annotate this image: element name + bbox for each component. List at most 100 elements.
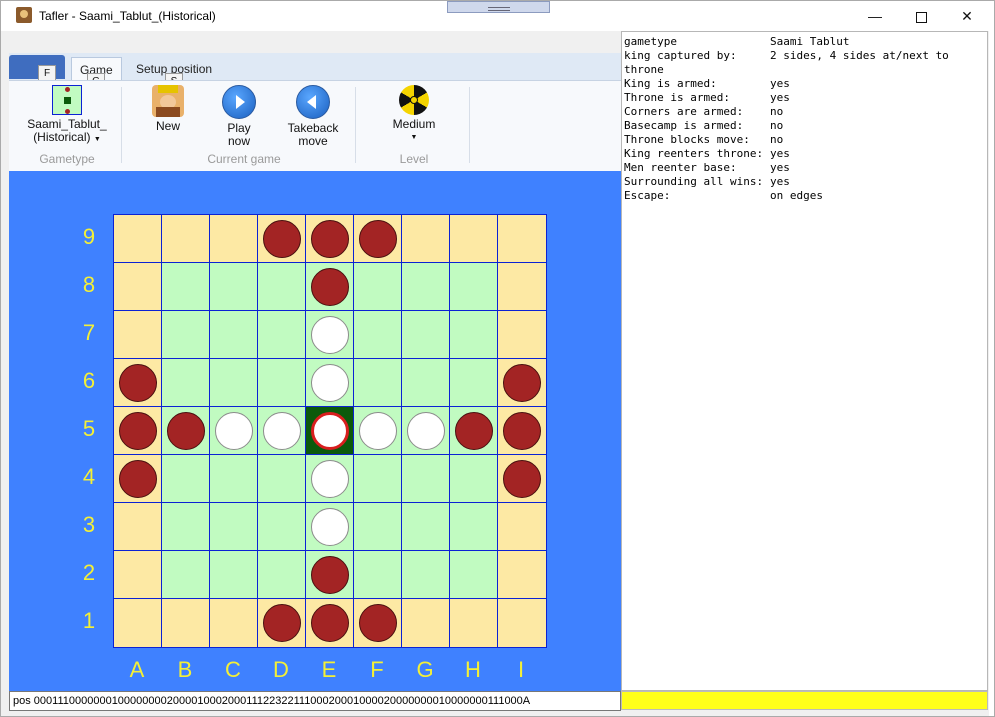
attacker-piece[interactable] bbox=[167, 412, 205, 450]
board-square-c8[interactable] bbox=[209, 262, 259, 312]
defender-piece[interactable] bbox=[311, 460, 349, 498]
board-square-c2[interactable] bbox=[209, 550, 259, 600]
info-key: Men reenter base: bbox=[624, 161, 737, 174]
king-piece[interactable] bbox=[311, 412, 349, 450]
board-square-g7[interactable] bbox=[401, 310, 451, 360]
board-square-h9[interactable] bbox=[449, 214, 499, 264]
board-square-f8[interactable] bbox=[353, 262, 403, 312]
attacker-piece[interactable] bbox=[503, 412, 541, 450]
board-square-b6[interactable] bbox=[161, 358, 211, 408]
game-board[interactable] bbox=[113, 214, 547, 648]
info-value: no bbox=[770, 119, 784, 132]
board-square-f3[interactable] bbox=[353, 502, 403, 552]
board-square-d3[interactable] bbox=[257, 502, 307, 552]
attacker-piece[interactable] bbox=[263, 220, 301, 258]
board-square-d6[interactable] bbox=[257, 358, 307, 408]
play-now-line2: now bbox=[227, 134, 250, 148]
board-square-h2[interactable] bbox=[449, 550, 499, 600]
board-square-i7[interactable] bbox=[497, 310, 547, 360]
board-square-h4[interactable] bbox=[449, 454, 499, 504]
board-square-b7[interactable] bbox=[161, 310, 211, 360]
defender-piece[interactable] bbox=[215, 412, 253, 450]
attacker-piece[interactable] bbox=[503, 364, 541, 402]
board-square-c4[interactable] bbox=[209, 454, 259, 504]
board-square-a7[interactable] bbox=[113, 310, 163, 360]
board-square-g4[interactable] bbox=[401, 454, 451, 504]
attacker-piece[interactable] bbox=[119, 460, 157, 498]
board-square-b3[interactable] bbox=[161, 502, 211, 552]
play-now-button[interactable]: Play now bbox=[217, 85, 261, 148]
board-square-d4[interactable] bbox=[257, 454, 307, 504]
board-square-i9[interactable] bbox=[497, 214, 547, 264]
board-square-c6[interactable] bbox=[209, 358, 259, 408]
defender-piece[interactable] bbox=[311, 508, 349, 546]
board-square-c9[interactable] bbox=[209, 214, 259, 264]
board-square-i1[interactable] bbox=[497, 598, 547, 648]
board-square-a1[interactable] bbox=[113, 598, 163, 648]
board-square-i3[interactable] bbox=[497, 502, 547, 552]
minimize-icon: — bbox=[868, 8, 882, 24]
board-square-g9[interactable] bbox=[401, 214, 451, 264]
info-key: Throne is armed: bbox=[624, 91, 730, 104]
board-square-f4[interactable] bbox=[353, 454, 403, 504]
attacker-piece[interactable] bbox=[503, 460, 541, 498]
attacker-piece[interactable] bbox=[119, 364, 157, 402]
board-square-h1[interactable] bbox=[449, 598, 499, 648]
board-square-f2[interactable] bbox=[353, 550, 403, 600]
board-square-a3[interactable] bbox=[113, 502, 163, 552]
board-square-g3[interactable] bbox=[401, 502, 451, 552]
attacker-piece[interactable] bbox=[119, 412, 157, 450]
board-square-c1[interactable] bbox=[209, 598, 259, 648]
snap-handle[interactable] bbox=[447, 1, 550, 13]
level-dropdown[interactable]: Medium ▼ bbox=[383, 85, 445, 144]
defender-piece[interactable] bbox=[407, 412, 445, 450]
board-square-f7[interactable] bbox=[353, 310, 403, 360]
info-key: king captured by: bbox=[624, 49, 737, 62]
board-square-a8[interactable] bbox=[113, 262, 163, 312]
board-square-b4[interactable] bbox=[161, 454, 211, 504]
defender-piece[interactable] bbox=[359, 412, 397, 450]
minimize-button[interactable]: — bbox=[852, 1, 898, 31]
board-square-h3[interactable] bbox=[449, 502, 499, 552]
attacker-piece[interactable] bbox=[263, 604, 301, 642]
attacker-piece[interactable] bbox=[359, 220, 397, 258]
board-square-d8[interactable] bbox=[257, 262, 307, 312]
board-square-a9[interactable] bbox=[113, 214, 163, 264]
defender-piece[interactable] bbox=[263, 412, 301, 450]
board-square-i8[interactable] bbox=[497, 262, 547, 312]
board-square-d2[interactable] bbox=[257, 550, 307, 600]
board-square-b9[interactable] bbox=[161, 214, 211, 264]
attacker-piece[interactable] bbox=[455, 412, 493, 450]
board-square-h8[interactable] bbox=[449, 262, 499, 312]
board-square-g1[interactable] bbox=[401, 598, 451, 648]
board-square-i2[interactable] bbox=[497, 550, 547, 600]
group-label-current-game: Current game bbox=[207, 152, 281, 166]
defender-piece[interactable] bbox=[311, 364, 349, 402]
attacker-piece[interactable] bbox=[311, 220, 349, 258]
board-square-h7[interactable] bbox=[449, 310, 499, 360]
board-square-g2[interactable] bbox=[401, 550, 451, 600]
file-menu-button[interactable] bbox=[9, 55, 65, 79]
board-square-c3[interactable] bbox=[209, 502, 259, 552]
takeback-move-button[interactable]: Takeback move bbox=[281, 85, 345, 148]
board-square-c7[interactable] bbox=[209, 310, 259, 360]
board-square-d7[interactable] bbox=[257, 310, 307, 360]
board-square-h6[interactable] bbox=[449, 358, 499, 408]
defender-piece[interactable] bbox=[311, 316, 349, 354]
attacker-piece[interactable] bbox=[311, 604, 349, 642]
attacker-piece[interactable] bbox=[311, 268, 349, 306]
gametype-button[interactable]: Saami_Tablut_ (Historical) ▼ bbox=[24, 85, 110, 146]
board-square-f6[interactable] bbox=[353, 358, 403, 408]
attacker-piece[interactable] bbox=[359, 604, 397, 642]
new-game-button[interactable]: New bbox=[143, 85, 193, 133]
attacker-piece[interactable] bbox=[311, 556, 349, 594]
board-square-b1[interactable] bbox=[161, 598, 211, 648]
file-label: B bbox=[177, 657, 193, 682]
board-square-b2[interactable] bbox=[161, 550, 211, 600]
board-square-g8[interactable] bbox=[401, 262, 451, 312]
maximize-button[interactable] bbox=[898, 1, 944, 31]
close-button[interactable]: ✕ bbox=[944, 1, 990, 31]
board-square-b8[interactable] bbox=[161, 262, 211, 312]
board-square-a2[interactable] bbox=[113, 550, 163, 600]
board-square-g6[interactable] bbox=[401, 358, 451, 408]
